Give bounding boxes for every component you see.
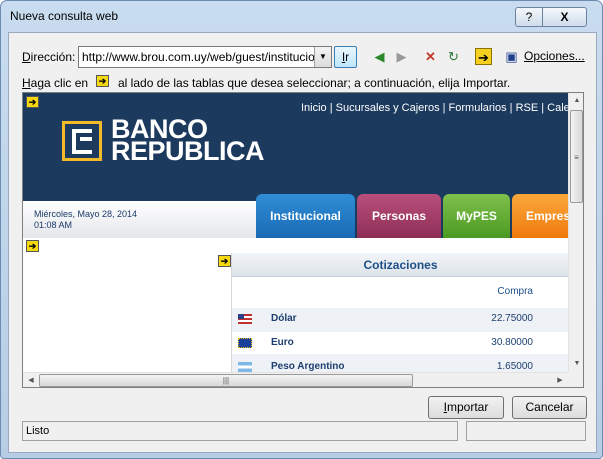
chevron-down-icon: ▼ [319,52,327,61]
select-table-arrow-icon[interactable]: ➔ [26,240,39,252]
hide-icons-icon[interactable]: ➔ [475,48,492,65]
tab-personas[interactable]: Personas [357,194,441,238]
cotizaciones-title: Cotizaciones [232,253,568,277]
table-row: Dólar 22.75000 [232,308,568,330]
table-row: Peso Argentino 1.65000 [232,356,568,372]
address-dropdown-button[interactable]: ▼ [314,47,331,67]
web-preview: ➔ Inicio | Sucursales y Cajeros | Formul… [22,92,584,388]
tab-mypes[interactable]: MyPES [443,194,510,238]
cotizaciones-table: Cotizaciones Compra Dólar 22.75000 Euro … [231,253,568,372]
column-header-compra: Compra [497,286,533,297]
address-combobox[interactable]: http://www.brou.com.uy/web/guest/institu… [78,46,332,68]
status-bar: Listo [22,421,458,441]
window-title: Nueva consulta web [10,9,119,23]
ar-flag-icon [238,362,252,372]
select-table-arrow-icon[interactable]: ➔ [26,96,39,108]
save-query-icon[interactable]: ▣ [503,48,520,65]
options-button[interactable]: Opciones... [524,49,585,63]
tab-institucional[interactable]: Institucional [256,194,355,238]
scroll-left-icon[interactable]: ◀ [23,373,39,387]
import-button[interactable]: Importar [428,396,504,419]
title-bar[interactable]: Nueva consulta web ? X [1,1,602,31]
vertical-scrollbar[interactable]: ▲ ≡ ▼ [568,93,583,372]
logo-text: BANCO REPUBLICA [111,114,265,166]
tab-empresas[interactable]: Empresas [512,194,568,238]
scroll-down-icon[interactable]: ▼ [569,356,583,372]
horizontal-scroll-thumb[interactable]: ||| [39,374,413,387]
help-button[interactable]: ? [515,7,543,27]
refresh-icon[interactable]: ↻ [445,48,462,65]
eu-flag-icon [238,338,252,348]
go-button[interactable]: Ir [334,46,357,68]
horizontal-scrollbar[interactable]: ◀ ||| ▶ [23,372,568,387]
logo-icon [62,121,102,161]
cancel-button[interactable]: Cancelar [512,396,587,419]
us-flag-icon [238,314,252,324]
address-label: Dirección: [22,50,76,64]
web-query-dialog: Nueva consulta web ? X Dirección: http:/… [0,0,603,459]
web-viewport: ➔ Inicio | Sucursales y Cajeros | Formul… [23,93,568,372]
dialog-body: Dirección: http://www.brou.com.uy/web/gu… [8,32,597,453]
stop-icon[interactable]: ✕ [422,48,439,65]
scroll-up-icon[interactable]: ▲ [569,93,583,109]
site-header: ➔ Inicio | Sucursales y Cajeros | Formul… [23,93,568,238]
select-table-arrow-icon[interactable]: ➔ [218,255,231,267]
close-button[interactable]: X [542,7,587,27]
address-input[interactable]: http://www.brou.com.uy/web/guest/institu… [82,50,331,64]
forward-icon[interactable]: ▶ [393,48,410,65]
status-panel [466,421,586,441]
date-time: Miércoles, Mayo 28, 2014 01:08 AM [34,209,138,230]
select-arrow-icon: ➔ [96,75,109,87]
vertical-scroll-thumb[interactable]: ≡ [570,110,583,203]
table-row: Euro 30.80000 [232,332,568,354]
scroll-right-icon[interactable]: ▶ [552,373,568,387]
site-top-links[interactable]: Inicio | Sucursales y Cajeros | Formular… [301,102,568,114]
back-icon[interactable]: ◀ [371,48,388,65]
